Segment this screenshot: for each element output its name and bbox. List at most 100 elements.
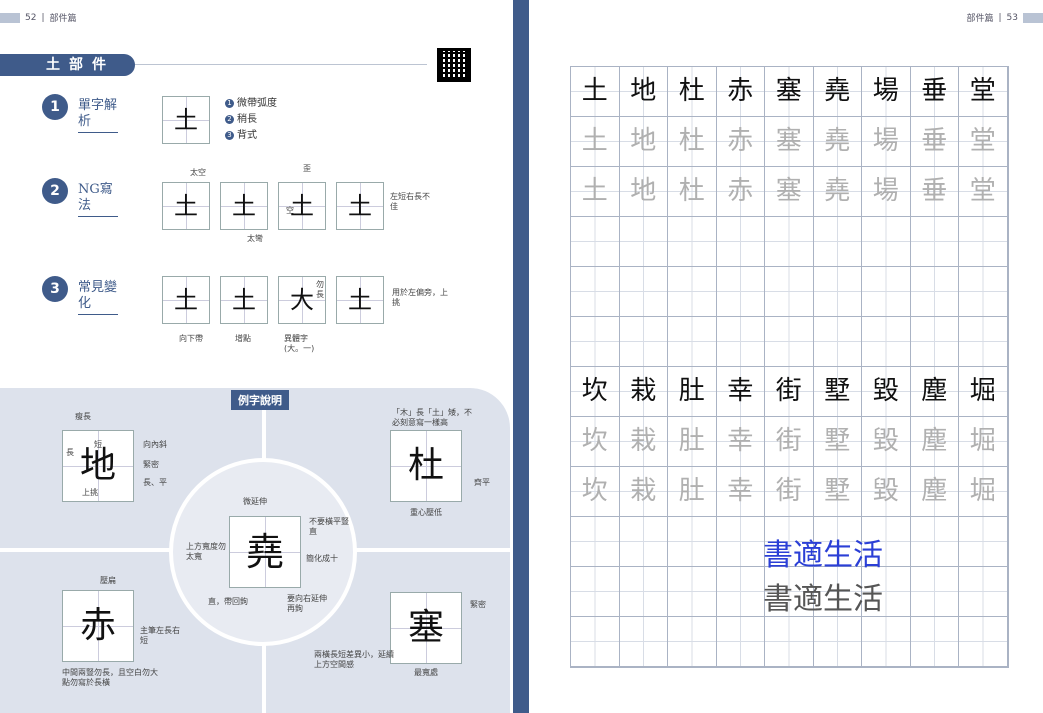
practice-cell: 墅 xyxy=(813,417,862,467)
practice-cell: 堯 xyxy=(813,67,862,117)
practice-cell: 土 xyxy=(571,67,620,117)
practice-cell: 幸 xyxy=(716,417,765,467)
practice-cell: 塞 xyxy=(765,167,814,217)
example-char: 杜 xyxy=(390,430,462,502)
practice-cell: 堀 xyxy=(959,417,1008,467)
practice-cell xyxy=(862,217,911,267)
practice-cell xyxy=(716,617,765,667)
practice-cell xyxy=(910,517,959,567)
book-spine xyxy=(513,0,529,713)
page-number: 53 xyxy=(1006,12,1018,23)
practice-cell xyxy=(619,567,668,617)
practice-cell: 堂 xyxy=(959,67,1008,117)
variation-char: 土 xyxy=(220,276,268,324)
practice-cell: 街 xyxy=(765,417,814,467)
example-char: 堯 xyxy=(229,516,301,588)
practice-cell: 栽 xyxy=(619,417,668,467)
practice-cell: 土 xyxy=(571,167,620,217)
practice-cell xyxy=(862,617,911,667)
practice-cell: 肚 xyxy=(668,467,717,517)
variation-note: 勿長 xyxy=(316,280,324,299)
practice-cell xyxy=(910,267,959,317)
practice-cell: 街 xyxy=(765,467,814,517)
practice-cell xyxy=(668,317,717,367)
practice-cell xyxy=(910,317,959,367)
practice-cell: 堯 xyxy=(813,117,862,167)
practice-cell: 塞 xyxy=(765,117,814,167)
variation-note: 向下帶 xyxy=(179,334,203,343)
practice-cell xyxy=(571,617,620,667)
practice-cell: 肚 xyxy=(668,417,717,467)
practice-cell: 赤 xyxy=(716,167,765,217)
section-title: NG寫法 xyxy=(78,182,118,217)
practice-cell: 堀 xyxy=(959,467,1008,517)
section-number: 2 xyxy=(42,178,68,204)
practice-cell xyxy=(619,317,668,367)
practice-cell xyxy=(765,267,814,317)
practice-cell xyxy=(619,217,668,267)
practice-cell xyxy=(571,267,620,317)
section-title: 單字解析 xyxy=(78,98,118,133)
right-page-header: 部件篇 | 53 xyxy=(966,11,1043,24)
right-page: 部件篇 | 53 土地杜赤塞堯場垂堂土地杜赤塞堯場垂堂土地杜赤塞堯場垂堂坎栽肚幸… xyxy=(529,0,1043,713)
practice-cell xyxy=(765,617,814,667)
qr-code-icon[interactable] xyxy=(437,48,471,82)
practice-cell xyxy=(813,617,862,667)
left-page-header: 52 | 部件篇 xyxy=(0,11,77,24)
practice-cell: 毀 xyxy=(862,367,911,417)
watermark: 書適生活 xyxy=(763,538,883,573)
practice-cell: 堯 xyxy=(813,167,862,217)
section-number: 3 xyxy=(42,276,68,302)
practice-cell: 塵 xyxy=(910,417,959,467)
practice-cell: 堂 xyxy=(959,167,1008,217)
practice-cell xyxy=(959,217,1008,267)
practice-cell xyxy=(959,267,1008,317)
practice-cell: 塵 xyxy=(910,467,959,517)
practice-cell: 栽 xyxy=(619,367,668,417)
practice-cell xyxy=(765,217,814,267)
practice-cell xyxy=(716,517,765,567)
section-name: 部件篇 xyxy=(966,14,994,24)
practice-cell xyxy=(571,517,620,567)
examples-tag: 例字說明 xyxy=(231,390,289,410)
practice-cell xyxy=(959,617,1008,667)
ng-char: 土 xyxy=(220,182,268,230)
variation-char: 土 xyxy=(162,276,210,324)
example-char: 塞 xyxy=(390,592,462,664)
practice-cell: 場 xyxy=(862,117,911,167)
practice-cell: 地 xyxy=(619,67,668,117)
ng-note: 太彎 xyxy=(247,234,263,243)
practice-cell xyxy=(813,317,862,367)
practice-cell xyxy=(668,617,717,667)
page-number: 52 xyxy=(25,12,37,23)
ng-note: 左短右長不佳 xyxy=(390,192,430,211)
practice-cell xyxy=(571,217,620,267)
practice-cell: 塵 xyxy=(910,367,959,417)
practice-cell xyxy=(910,217,959,267)
practice-cell: 街 xyxy=(765,367,814,417)
ng-note: 太空 xyxy=(190,168,206,177)
analysis-char: 土 xyxy=(162,96,210,144)
practice-cell: 堀 xyxy=(959,367,1008,417)
practice-cell: 毀 xyxy=(862,467,911,517)
ng-char: 土 xyxy=(336,182,384,230)
practice-cell: 赤 xyxy=(716,117,765,167)
practice-cell xyxy=(716,267,765,317)
practice-cell: 坎 xyxy=(571,417,620,467)
practice-cell: 墅 xyxy=(813,467,862,517)
practice-cell: 垂 xyxy=(910,117,959,167)
practice-cell xyxy=(813,217,862,267)
ng-note: 歪 xyxy=(303,164,311,173)
practice-cell xyxy=(668,217,717,267)
practice-cell xyxy=(716,567,765,617)
practice-cell: 坎 xyxy=(571,367,620,417)
practice-cell: 杜 xyxy=(668,167,717,217)
variation-note: 異體字(大。一) xyxy=(284,334,315,353)
practice-cell xyxy=(910,567,959,617)
practice-cell: 垂 xyxy=(910,67,959,117)
practice-cell xyxy=(619,617,668,667)
section-title: 常見變化 xyxy=(78,280,118,315)
practice-cell: 地 xyxy=(619,117,668,167)
analysis-bullets: 1 微帶弧度 2 稍長 3 背式 xyxy=(225,96,277,144)
variation-char: 土 xyxy=(336,276,384,324)
